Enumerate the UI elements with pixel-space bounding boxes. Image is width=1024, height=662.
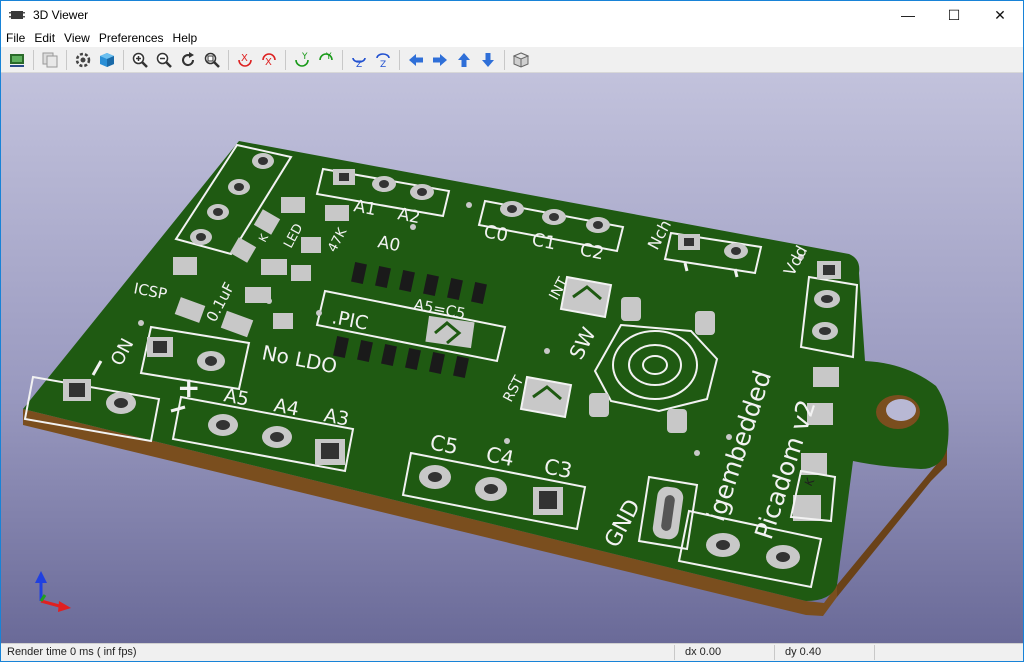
menu-bar: File Edit View Preferences Help xyxy=(1,29,1023,47)
status-divider xyxy=(674,645,675,660)
close-button[interactable]: ✕ xyxy=(977,1,1023,29)
rotate-y-ccw-icon[interactable]: Y xyxy=(314,48,338,72)
reload-board-icon[interactable] xyxy=(5,48,29,72)
rotate-y-label: Y xyxy=(301,52,308,62)
viewer-window: 3D Viewer — ☐ ✕ File Edit View Preferenc… xyxy=(0,0,1024,662)
toolbar-separator xyxy=(228,49,229,70)
rotate-z-ccw-icon[interactable]: Z xyxy=(371,48,395,72)
toolbar-separator xyxy=(399,49,400,70)
label-a1: A1 xyxy=(352,196,378,220)
pan-right-icon[interactable] xyxy=(428,48,452,72)
zoom-fit-icon[interactable] xyxy=(200,48,224,72)
rotate-z-label: Z xyxy=(380,60,386,69)
dx-status: dx 0.00 xyxy=(685,646,722,658)
status-divider xyxy=(874,645,875,660)
toolbar: X X Y Y Z Z xyxy=(1,47,1023,73)
title-bar: 3D Viewer — ☐ ✕ xyxy=(1,1,1023,29)
label-plus: + xyxy=(177,371,200,404)
rotate-x-cw-icon[interactable]: X xyxy=(233,48,257,72)
rotate-y-cw-icon[interactable]: Y xyxy=(290,48,314,72)
menu-preferences[interactable]: Preferences xyxy=(94,31,168,45)
window-title: 3D Viewer xyxy=(33,8,89,22)
render-time-status: Render time 0 ms ( inf fps) xyxy=(7,646,137,658)
toolbar-separator xyxy=(342,49,343,70)
axis-indicator xyxy=(35,571,71,612)
toolbar-separator xyxy=(66,49,67,70)
toolbar-separator xyxy=(123,49,124,70)
board-edge-right xyxy=(837,449,947,597)
minimize-button[interactable]: — xyxy=(885,1,931,29)
label-a4: A4 xyxy=(272,394,301,420)
mounting-hole-inner xyxy=(886,399,916,421)
maximize-button[interactable]: ☐ xyxy=(931,1,977,29)
pan-left-icon[interactable] xyxy=(404,48,428,72)
menu-view[interactable]: View xyxy=(59,31,94,45)
rotate-x-label: X xyxy=(265,57,272,68)
rotate-z-label: Z xyxy=(356,60,362,69)
dy-status: dy 0.40 xyxy=(785,646,822,658)
menu-file[interactable]: File xyxy=(1,31,29,45)
projection-toggle-icon[interactable] xyxy=(509,48,533,72)
copy-image-icon[interactable] xyxy=(38,48,62,72)
zoom-out-icon[interactable] xyxy=(152,48,176,72)
redraw-icon[interactable] xyxy=(176,48,200,72)
pan-up-icon[interactable] xyxy=(452,48,476,72)
status-bar: Render time 0 ms ( inf fps) dx 0.00 dy 0… xyxy=(1,643,1023,661)
3d-viewport[interactable]: A1 A2 A0 C0 C1 C2 Nch Vdd LED K 47K 0.1u… xyxy=(1,73,1023,643)
toolbar-separator xyxy=(504,49,505,70)
menu-edit[interactable]: Edit xyxy=(29,31,59,45)
label-a0: A0 xyxy=(376,232,402,256)
zoom-in-icon[interactable] xyxy=(128,48,152,72)
rotate-z-cw-icon[interactable]: Z xyxy=(347,48,371,72)
status-divider xyxy=(774,645,775,660)
pcb-app-icon xyxy=(9,7,25,23)
menu-help[interactable]: Help xyxy=(168,31,202,45)
label-a3: A3 xyxy=(322,404,351,430)
raytracing-cube-icon[interactable] xyxy=(95,48,119,72)
label-a5: A5 xyxy=(222,384,251,410)
label-a2: A2 xyxy=(396,204,422,228)
rotate-x-label: X xyxy=(241,53,248,64)
toolbar-separator xyxy=(33,49,34,70)
rotate-x-ccw-icon[interactable]: X xyxy=(257,48,281,72)
toolbar-separator xyxy=(285,49,286,70)
pan-down-icon[interactable] xyxy=(476,48,500,72)
pcb-3d-render: A1 A2 A0 C0 C1 C2 Nch Vdd LED K 47K 0.1u… xyxy=(23,141,949,616)
render-options-icon[interactable] xyxy=(71,48,95,72)
window-controls: — ☐ ✕ xyxy=(885,1,1023,29)
rotate-y-label: Y xyxy=(325,52,332,62)
